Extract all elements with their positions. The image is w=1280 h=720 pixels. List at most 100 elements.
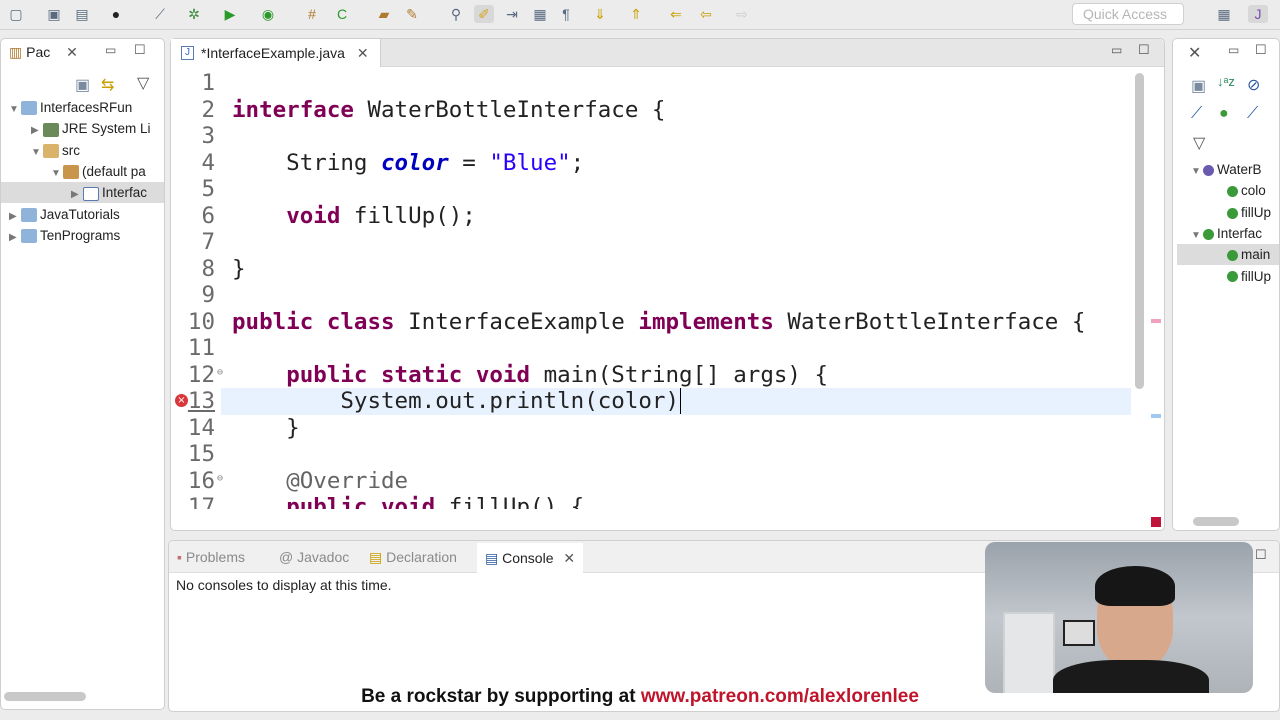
maximize-icon[interactable]: ☐ — [134, 42, 146, 58]
hide-fields-icon[interactable]: ⊘ — [1247, 75, 1260, 95]
view-menu-icon[interactable]: ▽ — [1193, 133, 1205, 153]
mark-occurrences-icon[interactable]: ✐ — [474, 5, 494, 23]
run-icon[interactable]: ▶ — [220, 5, 240, 23]
maximize-icon[interactable]: ☐ — [1138, 42, 1150, 58]
link-with-editor-icon[interactable]: ⇆ — [101, 75, 114, 95]
tree-item[interactable]: ▶ TenPrograms — [1, 225, 164, 246]
save-all-icon[interactable]: ▤ — [72, 5, 92, 23]
collapse-all-icon[interactable]: ▣ — [75, 75, 90, 95]
java-perspective-icon[interactable]: J — [1248, 5, 1268, 23]
fold-icon[interactable]: ⊖ — [217, 367, 223, 378]
code-line: } — [232, 256, 246, 283]
code-token: @Override — [286, 467, 409, 494]
tree-item-label: JRE System Li — [62, 121, 151, 137]
line-number: 14 — [187, 414, 215, 441]
new-icon[interactable]: ▢ — [6, 5, 26, 23]
overview-marker[interactable] — [1151, 414, 1161, 418]
search-icon[interactable]: ✎ — [402, 5, 422, 23]
hide-nonpublic-icon[interactable]: ● — [1219, 105, 1229, 123]
profile-icon[interactable]: ● — [106, 5, 126, 23]
tab-label: Javadoc — [297, 549, 350, 565]
close-icon[interactable]: ✕ — [1188, 43, 1201, 63]
close-icon[interactable]: ✕ — [357, 45, 369, 61]
view-menu-icon[interactable]: ▽ — [137, 73, 149, 93]
tab-console[interactable]: ▤ Console ✕ — [477, 543, 584, 573]
hide-static-icon[interactable]: ⟋ — [1191, 105, 1202, 123]
expanded-arrow-icon[interactable]: ▼ — [31, 142, 43, 161]
outline-item[interactable]: ▼ Interfac — [1177, 223, 1279, 244]
new-class-icon[interactable]: C — [332, 5, 352, 23]
tab-problems[interactable]: ▪ Problems — [177, 549, 245, 565]
line-number: 1 — [201, 70, 215, 96]
outline-item[interactable]: main — [1177, 244, 1279, 266]
forward-disabled-icon[interactable]: ⇨ — [732, 5, 752, 23]
tree-item[interactable]: ▼ src — [1, 140, 164, 161]
code-line: public static void main(String[] args) { — [232, 362, 828, 389]
open-task-icon[interactable]: ⚲ — [446, 5, 466, 23]
main-toolbar: ▢ ▣ ▤ ● ⟋ ✲ ▶ ◉ # C ▰ ✎ ⚲ ✐ ⇥ ▦ ¶ ⇓ ⇑ ⇐ … — [0, 0, 1280, 30]
tree-item[interactable]: ▼ (default pa — [1, 161, 164, 182]
error-overview-marker[interactable] — [1151, 517, 1161, 527]
skip-breakpoints-icon[interactable]: ⟋ — [150, 5, 170, 23]
close-icon[interactable]: ✕ — [563, 550, 575, 566]
previous-edit-icon[interactable]: ⇑ — [626, 5, 646, 23]
minimize-icon[interactable]: ▭ — [1228, 43, 1239, 57]
hide-local-types-icon[interactable]: ⟋ — [1247, 105, 1258, 123]
expanded-arrow-icon[interactable]: ▼ — [1191, 225, 1203, 244]
project-icon — [21, 101, 37, 116]
code-area[interactable]: 1 2 interface WaterBottleInterface {3 4 Str… — [171, 69, 1131, 509]
collapsed-arrow-icon[interactable]: ▶ — [9, 206, 21, 225]
tab-javadoc[interactable]: @ Javadoc — [279, 549, 349, 565]
next-annotation-icon[interactable]: ⇥ — [502, 5, 522, 23]
close-icon[interactable]: ✕ — [66, 44, 78, 60]
forward-icon[interactable]: ⇦ — [696, 5, 716, 23]
tree-item[interactable]: ▼ InterfacesRFun — [1, 97, 164, 118]
sort-icon[interactable]: ↓ᵃz — [1217, 74, 1235, 89]
open-type-icon[interactable]: ▰ — [374, 5, 394, 23]
tab-package-explorer[interactable]: ▥ Pac ✕ — [9, 39, 78, 65]
minimize-icon[interactable]: ▭ — [1111, 43, 1122, 57]
class-icon — [1203, 228, 1214, 240]
maximize-icon[interactable]: ☐ — [1255, 547, 1267, 563]
outline-item[interactable]: colo — [1177, 180, 1279, 201]
patreon-link[interactable]: www.patreon.com/alexlorenlee — [641, 686, 919, 707]
quick-access-input[interactable]: Quick Access — [1072, 3, 1184, 25]
debug-icon[interactable]: ✲ — [184, 5, 204, 23]
collapse-all-icon[interactable]: ▣ — [1191, 76, 1206, 96]
block-selection-icon[interactable]: ▦ — [530, 5, 550, 23]
back-icon[interactable]: ⇐ — [666, 5, 686, 23]
outline-item[interactable]: fillUp — [1177, 202, 1279, 223]
outline-item-label: WaterB — [1217, 162, 1262, 177]
tree-item[interactable]: ▶ JRE System Li — [1, 118, 164, 139]
external-tools-icon[interactable]: ◉ — [258, 5, 278, 23]
fold-icon[interactable]: ⊖ — [217, 473, 223, 484]
console-message: No consoles to display at this time. — [176, 577, 392, 593]
outline-item[interactable]: ▼ WaterB — [1177, 159, 1279, 180]
collapsed-arrow-icon[interactable]: ▶ — [71, 184, 83, 203]
overview-marker[interactable] — [1151, 319, 1161, 323]
code-token: public — [232, 308, 314, 335]
maximize-icon[interactable]: ☐ — [1255, 42, 1267, 58]
expanded-arrow-icon[interactable]: ▼ — [51, 163, 63, 182]
outline-item[interactable]: fillUp — [1177, 266, 1279, 287]
minimize-icon[interactable]: ▭ — [105, 43, 116, 57]
new-package-icon[interactable]: # — [302, 5, 322, 23]
horizontal-scrollbar[interactable] — [1193, 517, 1239, 526]
collapsed-arrow-icon[interactable]: ▶ — [31, 120, 43, 139]
next-edit-icon[interactable]: ⇓ — [590, 5, 610, 23]
code-token: fillUp() { — [435, 494, 585, 509]
code-token: InterfaceExample — [394, 308, 639, 335]
tree-item[interactable]: ▶ JavaTutorials — [1, 204, 164, 225]
collapsed-arrow-icon[interactable]: ▶ — [9, 227, 21, 246]
show-whitespace-icon[interactable]: ¶ — [556, 5, 576, 23]
expanded-arrow-icon[interactable]: ▼ — [9, 99, 21, 118]
save-icon[interactable]: ▣ — [44, 5, 64, 23]
text-cursor: ​ — [680, 388, 682, 414]
line-number: 4 — [201, 149, 215, 176]
open-perspective-icon[interactable]: ▦ — [1214, 5, 1234, 23]
tab-declaration[interactable]: ▤ Declaration — [369, 549, 457, 566]
tab-interfaceexample-java[interactable]: J *InterfaceExample.java ✕ — [171, 39, 381, 67]
vertical-scrollbar[interactable] — [1135, 73, 1144, 389]
expanded-arrow-icon[interactable]: ▼ — [1191, 161, 1203, 180]
tree-item[interactable]: ▶ Interfac — [1, 182, 164, 204]
